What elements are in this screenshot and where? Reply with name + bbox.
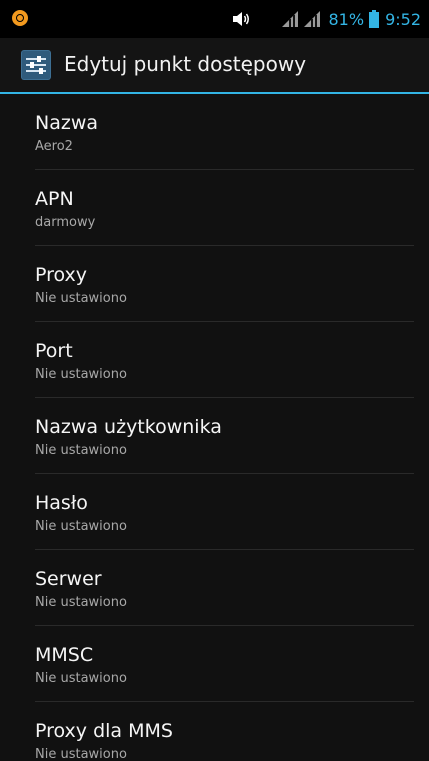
app-notification-icon: [12, 10, 28, 26]
volume-icon: [232, 12, 249, 26]
pref-title: Nazwa: [35, 112, 99, 134]
pref-summary: Aero2: [35, 139, 73, 154]
pref-item-name[interactable]: Nazwa Aero2: [0, 94, 429, 170]
pref-summary: Nie ustawiono: [35, 443, 127, 458]
pref-item-proxy[interactable]: Proxy Nie ustawiono: [0, 246, 429, 322]
pref-summary: Nie ustawiono: [35, 595, 127, 610]
pref-title: APN: [35, 188, 74, 210]
pref-title: Hasło: [35, 492, 88, 514]
apn-settings-list: Nazwa Aero2 APN darmowy Proxy Nie ustawi…: [0, 94, 429, 761]
pref-item-port[interactable]: Port Nie ustawiono: [0, 322, 429, 398]
apn-edit-screen: 81% 9:52 Edytuj punkt dostępowy Nazwa Ae…: [0, 0, 429, 761]
signal-icon: [281, 11, 298, 27]
signal-icon: [303, 11, 320, 27]
settings-sliders-icon[interactable]: [21, 50, 51, 80]
pref-summary: darmowy: [35, 215, 96, 230]
pref-title: Proxy: [35, 264, 88, 286]
pref-item-username[interactable]: Nazwa użytkownika Nie ustawiono: [0, 398, 429, 474]
pref-item-mms-proxy[interactable]: Proxy dla MMS Nie ustawiono: [0, 702, 429, 761]
battery-percent: 81%: [328, 9, 365, 29]
action-bar: Edytuj punkt dostępowy: [0, 38, 429, 94]
pref-summary: Nie ustawiono: [35, 671, 127, 686]
clock: 9:52: [385, 9, 421, 29]
pref-title: Proxy dla MMS: [35, 720, 173, 742]
page-title: Edytuj punkt dostępowy: [64, 52, 307, 76]
pref-item-mmsc[interactable]: MMSC Nie ustawiono: [0, 626, 429, 702]
pref-title: MMSC: [35, 644, 94, 666]
pref-title: Port: [35, 340, 73, 362]
pref-summary: Nie ustawiono: [35, 519, 127, 534]
status-bar: 81% 9:52: [0, 0, 429, 38]
pref-title: Nazwa użytkownika: [35, 416, 222, 438]
status-indicators: 81% 9:52: [231, 8, 421, 30]
pref-item-server[interactable]: Serwer Nie ustawiono: [0, 550, 429, 626]
pref-summary: Nie ustawiono: [35, 291, 127, 306]
pref-title: Serwer: [35, 568, 102, 590]
pref-item-apn[interactable]: APN darmowy: [0, 170, 429, 246]
pref-summary: Nie ustawiono: [35, 747, 127, 761]
pref-item-password[interactable]: Hasło Nie ustawiono: [0, 474, 429, 550]
pref-summary: Nie ustawiono: [35, 367, 127, 382]
battery-icon: [369, 10, 380, 28]
